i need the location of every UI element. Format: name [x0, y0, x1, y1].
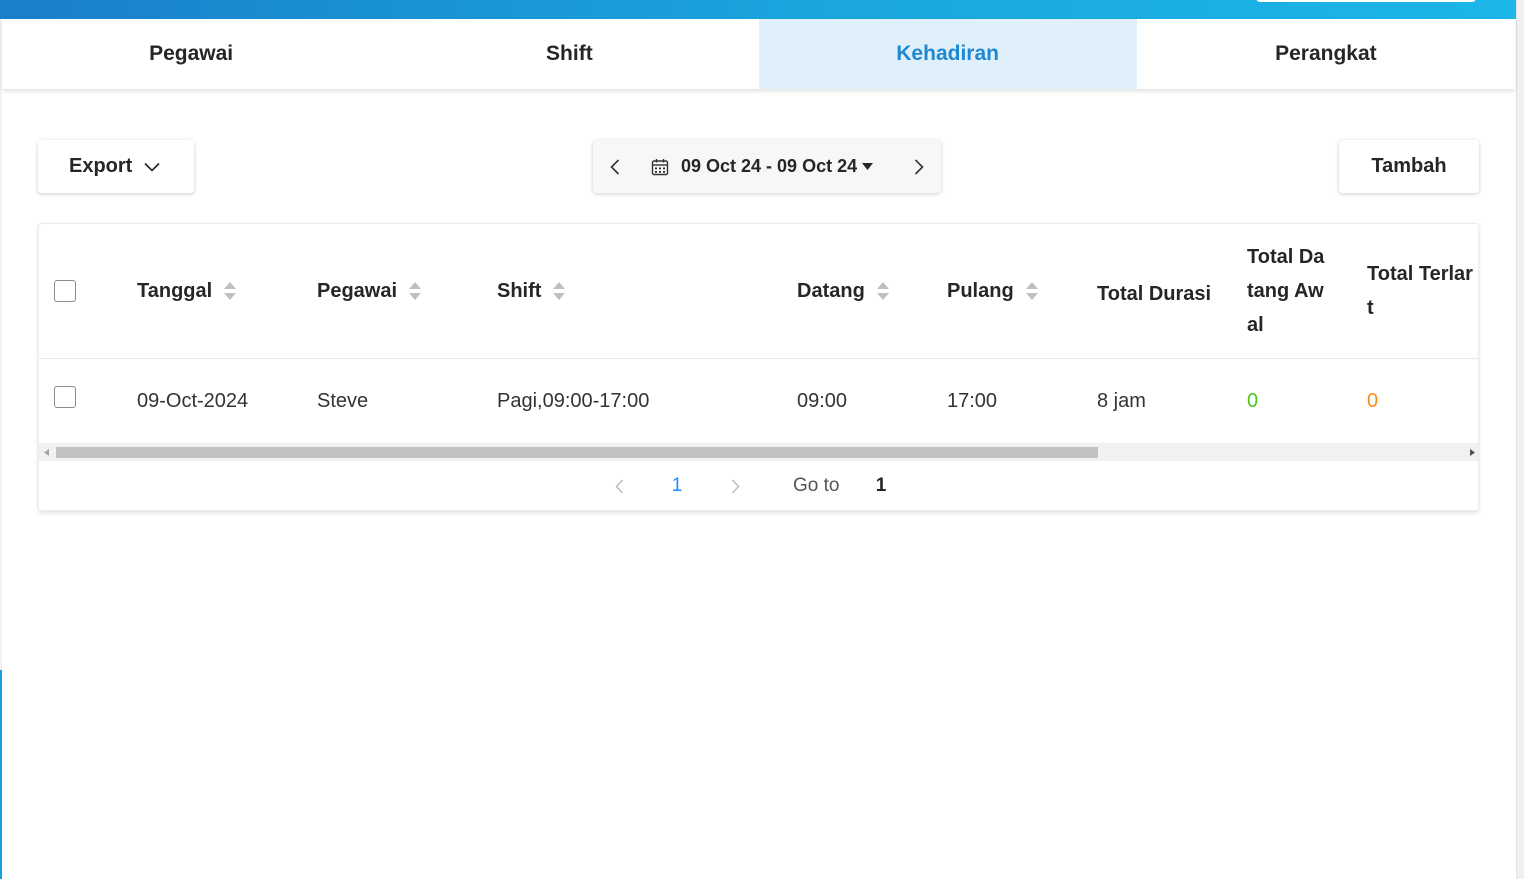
cell-datang: 09:00 [797, 359, 847, 443]
date-range-text: 09 Oct 24 - 09 Oct 24 [681, 156, 858, 176]
table-row[interactable]: 09-Oct-2024 Steve Pagi,09:00-17:00 09:00… [39, 359, 1478, 443]
column-total-datang-awal-label-line1: Total Da [1247, 246, 1325, 268]
next-page-button[interactable] [725, 461, 745, 510]
add-button[interactable]: Tambah [1339, 140, 1479, 193]
scrollbar-thumb[interactable] [56, 447, 1098, 458]
date-prev-button[interactable] [595, 140, 635, 193]
row-checkbox[interactable] [54, 386, 76, 408]
column-shift[interactable]: Shift [497, 224, 566, 358]
cell-shift: Pagi,09:00-17:00 [497, 359, 649, 443]
chevron-right-icon [914, 158, 924, 175]
cell-pegawai-text: Steve [317, 389, 369, 412]
tab-pegawai[interactable]: Pegawai [2, 19, 380, 89]
main-tabs: Pegawai Shift Kehadiran Perangkat [2, 19, 1515, 89]
column-total-datang-awal: Total Da tang Aw al [1247, 224, 1324, 358]
column-datang-label: Datang [797, 280, 865, 302]
page-number-1[interactable]: 1 [665, 461, 689, 510]
sort-icon [1025, 282, 1038, 300]
column-total-terlambat: Total Terlar t [1367, 224, 1473, 358]
pagination: 1 Go to 1 [39, 461, 1478, 510]
top-header-bar [0, 0, 1516, 19]
column-pegawai-label: Pegawai [317, 280, 398, 302]
cell-datang-text: 09:00 [797, 389, 848, 412]
sort-icon [876, 282, 889, 300]
add-label: Tambah [1371, 155, 1447, 177]
cell-pegawai: Steve [317, 359, 368, 443]
cell-total-datang-awal-text: 0 [1247, 389, 1259, 412]
column-total-terlambat-label-line2: t [1367, 297, 1374, 319]
export-label: Export [69, 155, 133, 177]
tab-shift[interactable]: Shift [380, 19, 758, 89]
cell-total-datang-awal: 0 [1247, 359, 1258, 443]
tab-perangkat[interactable]: Perangkat [1137, 19, 1515, 89]
column-pulang[interactable]: Pulang [947, 224, 1039, 358]
chevron-left-icon [614, 478, 623, 494]
table-horizontal-scrollbar[interactable] [39, 443, 1478, 461]
sort-icon [409, 282, 422, 300]
scroll-right-arrow[interactable] [1465, 443, 1478, 461]
chevron-left-icon [610, 158, 620, 175]
cell-pulang: 17:00 [947, 359, 997, 443]
column-total-datang-awal-label-line2: tang Aw [1247, 280, 1324, 302]
cell-shift-text: Pagi,09:00-17:00 [497, 389, 650, 412]
window-scrollbar[interactable] [1516, 0, 1524, 879]
row-checkbox-cell [54, 359, 76, 443]
date-range-picker: 09 Oct 24 - 09 Oct 24 [593, 140, 941, 193]
attendance-table: Tanggal Pegawai Shift Datang Pulang Tota… [38, 223, 1479, 511]
tab-kehadiran[interactable]: Kehadiran [758, 19, 1137, 89]
scroll-left-arrow[interactable] [39, 443, 53, 461]
sort-icon [553, 282, 566, 300]
left-frame-accent [0, 670, 2, 879]
export-button[interactable]: Export [38, 140, 194, 193]
column-tanggal-label: Tanggal [137, 280, 213, 302]
cell-pulang-text: 17:00 [947, 389, 998, 412]
goto-page-input[interactable]: 1 [863, 461, 899, 510]
cell-tanggal: 09-Oct-2024 [137, 359, 248, 443]
date-range-selector[interactable]: 09 Oct 24 - 09 Oct 24 [651, 140, 874, 193]
cell-tanggal-text: 09-Oct-2024 [137, 389, 249, 412]
goto-label: Go to [793, 475, 840, 496]
triangle-right-icon [1469, 448, 1475, 456]
chevron-down-icon [144, 162, 160, 172]
triangle-left-icon [43, 448, 49, 456]
column-pegawai[interactable]: Pegawai [317, 224, 422, 358]
cell-total-terlambat: 0 [1367, 359, 1378, 443]
column-datang[interactable]: Datang [797, 224, 890, 358]
column-shift-label: Shift [497, 280, 542, 302]
cell-total-durasi-text: 8 jam [1097, 389, 1146, 412]
column-total-terlambat-label-line1: Total Terlar [1367, 263, 1473, 285]
column-total-durasi-label: Total Durasi [1097, 283, 1212, 305]
select-all-checkbox[interactable] [54, 280, 76, 302]
calendar-icon [651, 158, 669, 175]
prev-page-button[interactable] [609, 461, 629, 510]
header-search-pill[interactable] [1256, 0, 1476, 2]
column-pulang-label: Pulang [947, 280, 1014, 302]
caret-down-icon [862, 163, 874, 170]
cell-total-durasi: 8 jam [1097, 359, 1146, 443]
header-checkbox-cell [54, 224, 76, 358]
column-total-durasi: Total Durasi [1097, 227, 1211, 361]
chevron-right-icon [731, 478, 740, 494]
date-next-button[interactable] [899, 140, 939, 193]
cell-total-terlambat-text: 0 [1367, 389, 1379, 412]
table-header: Tanggal Pegawai Shift Datang Pulang Tota… [39, 224, 1478, 361]
sort-icon [224, 282, 237, 300]
column-tanggal[interactable]: Tanggal [137, 224, 237, 358]
column-total-datang-awal-label-line3: al [1247, 314, 1264, 336]
